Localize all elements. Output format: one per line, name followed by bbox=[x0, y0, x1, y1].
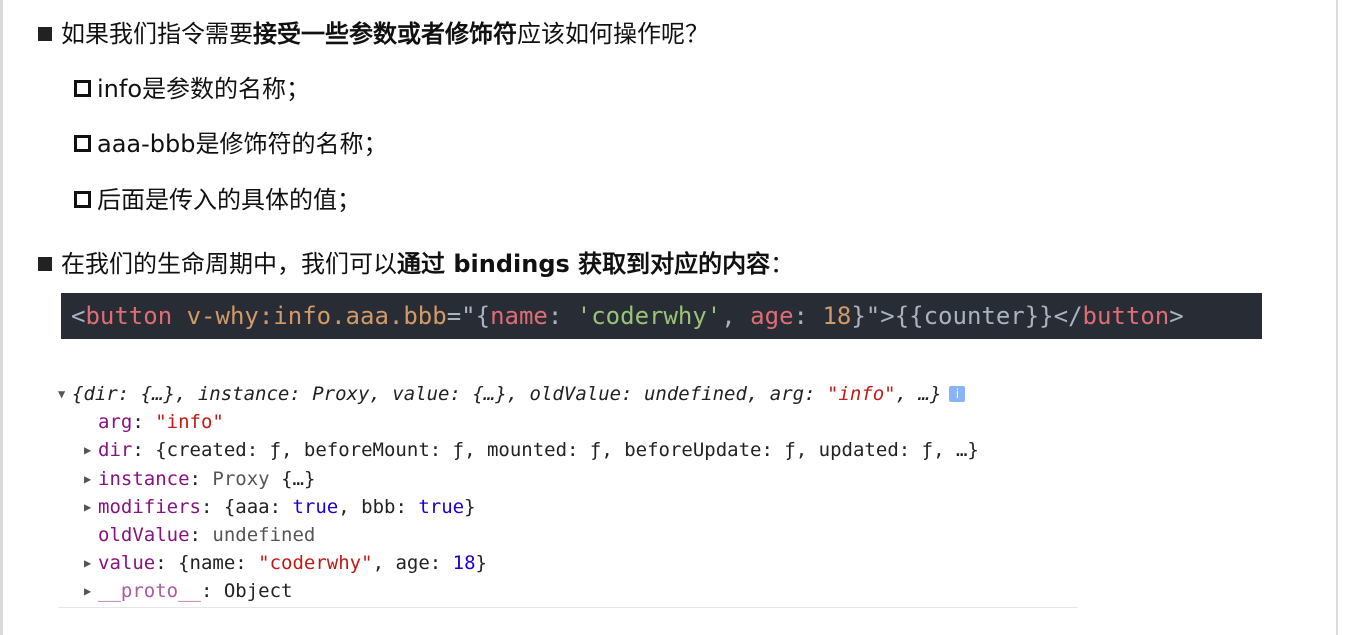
console-divider bbox=[58, 607, 1078, 608]
filled-square-bullet-icon bbox=[38, 257, 52, 271]
prop-value-pre: {name: bbox=[178, 552, 259, 575]
prop-sep: : bbox=[189, 523, 213, 546]
prop-sep: : bbox=[132, 411, 156, 434]
prop-value-post: } bbox=[475, 552, 487, 575]
question-line: 如果我们指令需要接受一些参数或者修饰符应该如何操作呢？ bbox=[38, 18, 709, 50]
code-comma: , bbox=[721, 302, 751, 330]
console-row-proto[interactable]: ▶ __proto__: Object bbox=[58, 577, 1078, 605]
prop-value: Object bbox=[223, 580, 293, 603]
lifecycle-suffix: ： bbox=[770, 250, 795, 278]
prop-sep: : bbox=[155, 552, 179, 575]
code-value-name: 'coderwhy' bbox=[576, 302, 722, 330]
question-bold: 接受一些参数或者修饰符 bbox=[253, 20, 517, 48]
code-attr-name: v-why:info.aaa.bbb bbox=[186, 302, 447, 330]
question-suffix: 应该如何操作呢？ bbox=[517, 20, 709, 48]
prop-key: value bbox=[98, 552, 156, 575]
prop-value: undefined bbox=[212, 523, 316, 546]
sub-item-modifiers: aaa-bbb是修饰符的名称； bbox=[74, 128, 387, 160]
lifecycle-bold: 通过 bindings 获取到对应的内容 bbox=[397, 250, 771, 278]
prop-key: modifiers bbox=[98, 495, 201, 518]
prop-key: oldValue bbox=[98, 523, 190, 546]
prop-bool-aaa: true bbox=[292, 495, 339, 518]
prop-key: dir bbox=[98, 439, 133, 462]
code-tag-close: button bbox=[1082, 302, 1170, 330]
left-border bbox=[0, 0, 3, 635]
code-eq-quote: ="{ bbox=[446, 302, 491, 330]
prop-key: arg bbox=[98, 411, 133, 434]
code-colon: : bbox=[547, 302, 577, 330]
expand-triangle-icon[interactable]: ▶ bbox=[84, 493, 98, 521]
code-lt: < bbox=[71, 302, 86, 330]
prop-key: __proto__ bbox=[98, 580, 201, 603]
console-row-modifiers[interactable]: ▶ modifiers: {aaa: true, bbb: true} bbox=[58, 493, 1078, 521]
prop-bool-bbb: true bbox=[418, 495, 465, 518]
console-row-arg: arg: "info" bbox=[58, 408, 1078, 436]
prop-value: "info" bbox=[155, 411, 224, 434]
prop-number-age: 18 bbox=[452, 552, 476, 575]
expand-triangle-icon[interactable]: ▶ bbox=[84, 549, 98, 577]
expand-triangle-icon[interactable]: ▶ bbox=[84, 436, 98, 464]
prop-key: instance bbox=[98, 467, 190, 490]
console-row-oldvalue: oldValue: undefined bbox=[58, 521, 1078, 549]
prop-string-name: "coderwhy" bbox=[258, 552, 373, 575]
sub-item-text: 后面是传入的具体的值； bbox=[97, 186, 361, 214]
summary-text: {dir: {…}, instance: Proxy, value: {…}, … bbox=[72, 383, 827, 405]
prop-sep: : bbox=[200, 495, 224, 518]
code-key-name: name bbox=[490, 302, 548, 330]
expand-triangle-icon[interactable]: ▶ bbox=[84, 465, 98, 493]
prop-value: {…} bbox=[281, 467, 316, 490]
prop-sep: : bbox=[200, 580, 224, 603]
sub-item-text: info是参数的名称； bbox=[97, 75, 311, 103]
question-prefix: 如果我们指令需要 bbox=[61, 20, 253, 48]
code-colon: : bbox=[793, 302, 823, 330]
prop-sep: : bbox=[189, 467, 213, 490]
code-close-attr: }">{{counter}}</ bbox=[851, 302, 1083, 330]
collapse-triangle-icon[interactable]: ▼ bbox=[58, 380, 72, 408]
sub-item-info: info是参数的名称； bbox=[74, 73, 310, 105]
code-key-age: age bbox=[750, 302, 794, 330]
code-tag-open: button bbox=[85, 302, 173, 330]
summary-arg-value: "info" bbox=[826, 383, 896, 405]
code-value-age: 18 bbox=[822, 302, 852, 330]
prop-value-pre: {aaa: bbox=[223, 495, 293, 518]
info-icon[interactable]: i bbox=[949, 386, 966, 402]
summary-text-end: , …} bbox=[895, 383, 942, 405]
hollow-square-bullet-icon bbox=[74, 135, 91, 152]
prop-sep: : bbox=[132, 439, 156, 462]
lifecycle-prefix: 在我们的生命周期中，我们可以 bbox=[61, 250, 397, 278]
prop-value-mid: , age: bbox=[372, 552, 453, 575]
right-border bbox=[1336, 0, 1338, 635]
sub-item-text: aaa-bbb是修饰符的名称； bbox=[97, 130, 388, 158]
lifecycle-line: 在我们的生命周期中，我们可以通过 bindings 获取到对应的内容： bbox=[38, 248, 794, 280]
console-row-dir[interactable]: ▶ dir: {created: ƒ, beforeMount: ƒ, mount… bbox=[58, 436, 1078, 464]
console-row-value[interactable]: ▶ value: {name: "coderwhy", age: 18} bbox=[58, 549, 1078, 577]
hollow-square-bullet-icon bbox=[74, 191, 91, 208]
sub-item-value: 后面是传入的具体的值； bbox=[74, 184, 361, 216]
filled-square-bullet-icon bbox=[38, 27, 52, 41]
prop-value: {created: ƒ, beforeMount: ƒ, mounted: ƒ,… bbox=[155, 439, 979, 462]
console-row-instance[interactable]: ▶ instance: Proxy {…} bbox=[58, 465, 1078, 493]
prop-value-mid: , bbb: bbox=[338, 495, 419, 518]
prop-proxy: Proxy bbox=[212, 467, 270, 490]
code-gt: > bbox=[1169, 302, 1184, 330]
hollow-square-bullet-icon bbox=[74, 80, 91, 97]
console-summary-row[interactable]: ▼ {dir: {…}, instance: Proxy, value: {…},… bbox=[58, 380, 1078, 408]
console-output: ▼ {dir: {…}, instance: Proxy, value: {…},… bbox=[58, 380, 1078, 606]
prop-value-post: } bbox=[464, 495, 476, 518]
code-snippet: <button v-why:info.aaa.bbb="{name: 'code… bbox=[61, 293, 1262, 339]
expand-triangle-icon[interactable]: ▶ bbox=[84, 577, 98, 605]
